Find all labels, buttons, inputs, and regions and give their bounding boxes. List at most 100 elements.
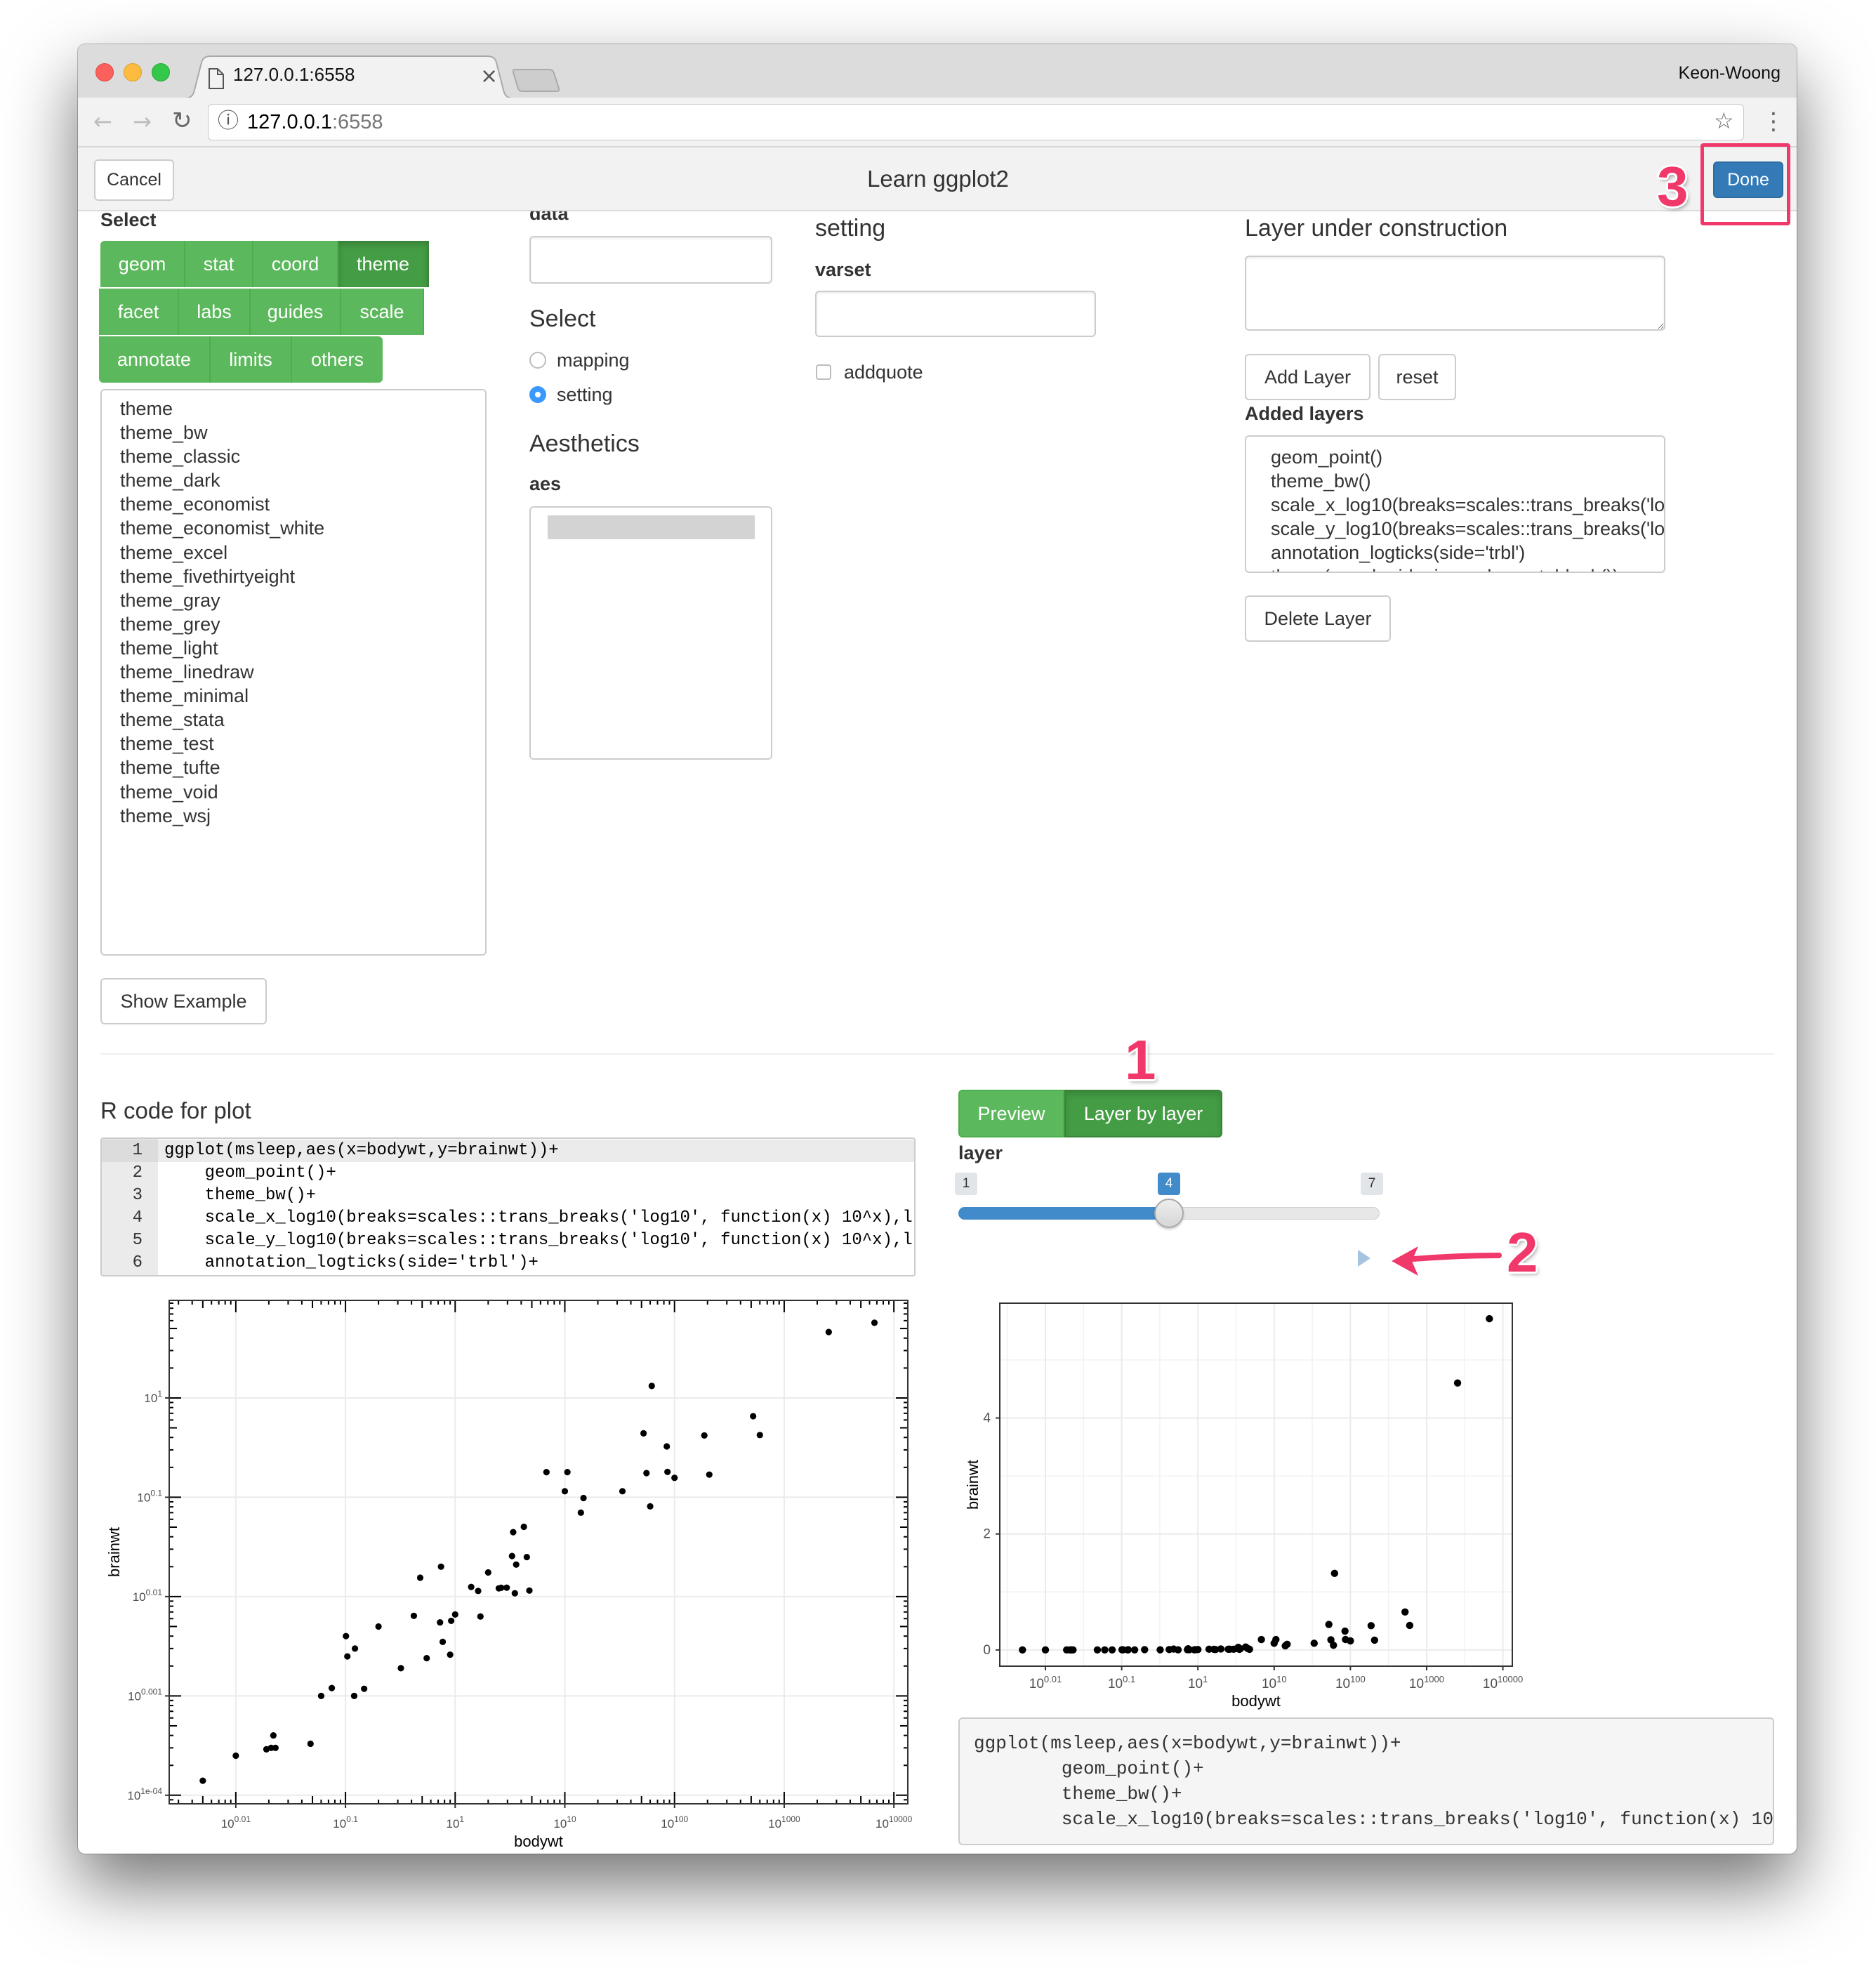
function-list-item[interactable]: theme_tufte [120, 756, 485, 779]
preview-mode-button[interactable]: Preview [958, 1090, 1064, 1137]
function-list-item[interactable]: theme_grey [120, 612, 485, 636]
play-icon[interactable] [1358, 1250, 1370, 1267]
tick-label-base: 10 [1335, 1677, 1350, 1691]
forward-arrow-icon[interactable]: → [133, 110, 152, 133]
data-point [1141, 1646, 1149, 1654]
function-list-item[interactable]: theme_economist [120, 492, 485, 516]
mapping-radio[interactable] [529, 352, 546, 369]
data-point [1101, 1646, 1109, 1654]
layer-textarea[interactable] [1245, 256, 1665, 331]
code-line[interactable]: 2 geom_point()+ [102, 1162, 914, 1185]
code-line[interactable]: 5 scale_y_log10(breaks=scales::trans_bre… [102, 1229, 914, 1252]
added-layer-item[interactable]: theme(panel.grid.minor=element_blank()) [1271, 565, 1664, 572]
function-list-item[interactable]: theme_gray [120, 588, 485, 612]
category-limits[interactable]: limits [211, 336, 292, 383]
added-layer-item[interactable]: scale_x_log10(breaks=scales::trans_break… [1271, 493, 1664, 517]
function-list-item[interactable]: theme_test [120, 732, 485, 756]
code-editor[interactable]: 1 ggplot(msleep,aes(x=bodywt,y=brainwt))+… [100, 1137, 916, 1276]
annotation-number-3: 3 [1657, 155, 1689, 218]
added-layers-list[interactable]: geom_point() theme_bw() scale_x_log10(br… [1245, 435, 1665, 573]
category-geom[interactable]: geom [100, 241, 185, 287]
category-stat[interactable]: stat [185, 241, 253, 287]
url-text[interactable]: 127.0.0.1:6558 [247, 110, 383, 135]
function-list-item[interactable]: theme_classic [120, 444, 485, 468]
layer-plot: 100.01 100.1 101 1010 10100 101000 1010000024b… [964, 1302, 1523, 1710]
function-list-item[interactable]: theme [120, 397, 485, 421]
function-list-item[interactable]: theme_light [120, 636, 485, 660]
delete-layer-button[interactable]: Delete Layer [1245, 595, 1391, 642]
y-axis-title: brainwt [964, 1460, 982, 1510]
category-facet[interactable]: facet [99, 289, 179, 335]
addquote-label[interactable]: addquote [844, 360, 923, 384]
aes-select-box[interactable] [529, 506, 772, 760]
layer-slider-handle[interactable] [1154, 1199, 1184, 1228]
category-labs[interactable]: labs [179, 289, 251, 335]
function-list-item[interactable]: theme_void [120, 780, 485, 804]
browser-menu-icon[interactable]: ⋮ [1762, 110, 1785, 133]
code-text: annotation_logticks(side='trbl')+ [164, 1253, 539, 1272]
setting-radio[interactable] [529, 386, 546, 403]
tick-label-exponent: 0.001 [141, 1687, 162, 1696]
data-input[interactable] [529, 236, 772, 284]
category-theme[interactable]: theme [338, 241, 429, 287]
bookmark-star-icon[interactable]: ☆ [1714, 110, 1734, 132]
category-coord[interactable]: coord [253, 241, 338, 287]
category-others[interactable]: others [292, 336, 383, 383]
data-point [307, 1740, 314, 1748]
profile-name[interactable]: Keon-Woong [1679, 62, 1781, 84]
data-point [640, 1430, 647, 1437]
tick-label-exponent: 1 [157, 1389, 162, 1399]
function-list-item[interactable]: theme_economist_white [120, 516, 485, 540]
function-list[interactable]: theme theme_bw theme_classic theme_dark … [100, 389, 487, 956]
category-scale[interactable]: scale [341, 289, 424, 335]
addquote-checkbox[interactable] [816, 364, 831, 380]
new-tab-button[interactable] [513, 67, 562, 93]
function-list-item[interactable]: theme_minimal [120, 684, 485, 708]
varset-input[interactable] [815, 291, 1096, 337]
aes-selected-item[interactable] [548, 515, 755, 539]
data-point [423, 1654, 430, 1662]
setting-radio-label[interactable]: setting [557, 383, 613, 407]
category-guides[interactable]: guides [251, 289, 341, 335]
back-arrow-icon[interactable]: ← [93, 110, 112, 133]
data-point [671, 1474, 678, 1482]
function-list-item[interactable]: theme_fivethirtyeight [120, 565, 485, 588]
category-annotate[interactable]: annotate [99, 336, 211, 383]
added-layer-item[interactable]: theme_bw() [1271, 469, 1664, 493]
function-list-item[interactable]: theme_linedraw [120, 660, 485, 684]
setting-heading: setting [815, 215, 886, 242]
function-list-item[interactable]: theme_stata [120, 708, 485, 732]
function-list-item[interactable]: theme_wsj [120, 804, 485, 828]
added-layer-item[interactable]: scale_y_log10(breaks=scales::trans_break… [1271, 517, 1664, 541]
code-line[interactable]: 4 scale_x_log10(breaks=scales::trans_bre… [102, 1207, 914, 1229]
reload-icon[interactable]: ↻ [172, 109, 192, 133]
data-point [648, 1383, 655, 1390]
code-line[interactable]: 3 theme_bw()+ [102, 1185, 914, 1207]
view-mode-toggle: Preview Layer by layer [958, 1090, 1222, 1137]
mapping-radio-label[interactable]: mapping [557, 348, 630, 372]
function-list-item[interactable]: theme_dark [120, 468, 485, 492]
slider-value-label: 4 [1158, 1173, 1180, 1195]
address-bar[interactable] [208, 104, 1744, 140]
function-list-item[interactable]: theme_bw [120, 421, 485, 444]
add-layer-button[interactable]: Add Layer [1245, 354, 1370, 400]
code-line[interactable]: 1 ggplot(msleep,aes(x=bodywt,y=brainwt))+ [102, 1140, 914, 1162]
tab-close-icon[interactable]: × [480, 66, 498, 87]
added-layer-item[interactable]: geom_point() [1271, 445, 1664, 469]
data-point [510, 1529, 517, 1536]
reset-button[interactable]: reset [1378, 354, 1456, 400]
cancel-button[interactable]: Cancel [94, 159, 174, 201]
minimize-window-button[interactable] [124, 63, 142, 81]
show-example-button[interactable]: Show Example [100, 978, 267, 1024]
data-point [1330, 1641, 1337, 1649]
code-line[interactable]: 6 annotation_logticks(side='trbl')+ [102, 1252, 914, 1274]
function-list-item[interactable]: theme_excel [120, 541, 485, 565]
data-point [664, 1468, 671, 1475]
info-icon[interactable]: ⓘ [218, 111, 239, 132]
code-text: geom_point()+ [164, 1163, 336, 1182]
added-layer-item[interactable]: annotation_logticks(side='trbl') [1271, 541, 1664, 565]
close-window-button[interactable] [95, 63, 114, 81]
layer-by-layer-mode-button[interactable]: Layer by layer [1064, 1090, 1222, 1137]
maximize-window-button[interactable] [152, 63, 170, 81]
x-tick-label: 100.1 [1108, 1674, 1135, 1691]
